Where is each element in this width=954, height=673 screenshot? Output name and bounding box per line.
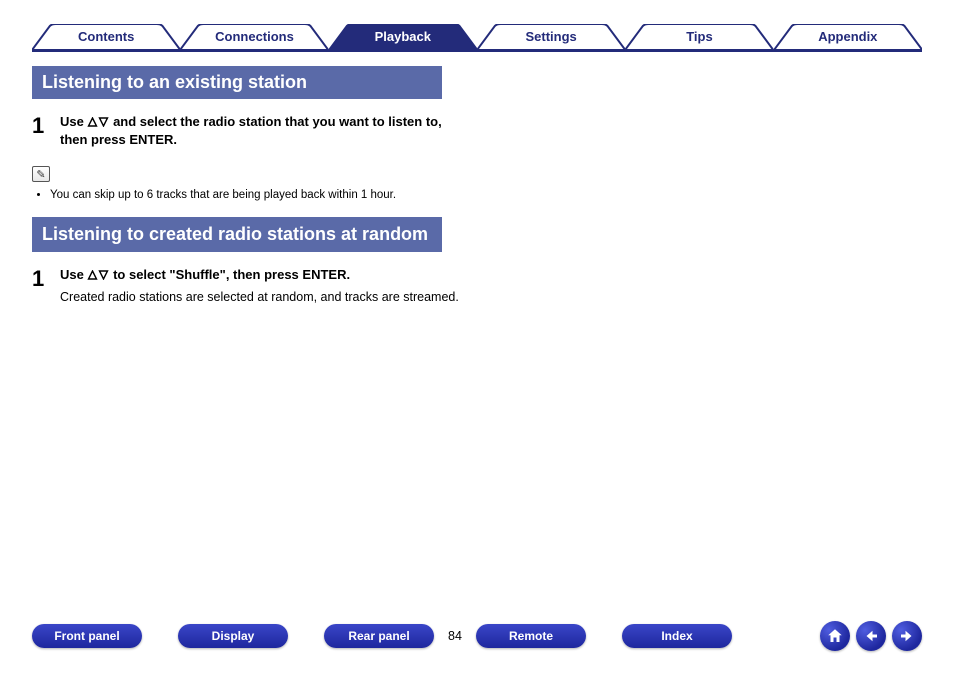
triangle-down-icon [98,270,109,280]
button-label: Index [661,629,692,643]
triangle-up-icon [87,270,98,280]
rear-panel-button[interactable]: Rear panel [324,624,434,648]
footer-nav: Front panel Display Rear panel 84 Remote… [0,621,954,651]
step-number: 1 [32,266,60,306]
step-number: 1 [32,113,60,148]
step-subtext: Created radio stations are selected at r… [60,289,459,306]
manual-page: Contents Connections Playback Settings T… [0,0,954,673]
note-list: You can skip up to 6 tracks that are bei… [32,188,472,203]
tab-label: Connections [215,29,294,44]
tab-connections[interactable]: Connections [180,24,328,50]
tab-tips[interactable]: Tips [625,24,773,50]
section-header-random: Listening to created radio stations at r… [32,217,442,252]
step-text-after: to select "Shuffle", then press ENTER. [109,267,350,282]
note-pencil-icon: ✎ [32,166,50,182]
step-1-random: 1 Use to select "Shuffle", then press EN… [32,266,472,306]
button-label: Display [212,629,255,643]
top-nav-tabs: Contents Connections Playback Settings T… [32,24,922,52]
step-instruction: Use and select the radio station that yo… [60,113,472,148]
note-item: You can skip up to 6 tracks that are bei… [50,188,472,203]
page-number: 84 [434,629,476,643]
step-text-before: Use [60,114,87,129]
button-label: Remote [509,629,553,643]
display-button[interactable]: Display [178,624,288,648]
tab-settings[interactable]: Settings [477,24,625,50]
button-label: Rear panel [348,629,409,643]
triangle-down-icon [98,117,109,127]
home-icon [826,627,844,645]
step-instruction: Use to select "Shuffle", then press ENTE… [60,266,459,284]
tab-label: Settings [526,29,577,44]
tab-label: Appendix [818,29,877,44]
page-nav-icons [820,621,922,651]
arrow-left-icon [862,627,880,645]
arrow-right-icon [898,627,916,645]
step-text-before: Use [60,267,87,282]
button-label: Front panel [54,629,119,643]
step-text-after: and select the radio station that you wa… [60,114,442,147]
tab-contents[interactable]: Contents [32,24,180,50]
tab-label: Tips [686,29,713,44]
tab-appendix[interactable]: Appendix [774,24,922,50]
step-1-existing: 1 Use and select the radio station that … [32,113,472,148]
next-page-button[interactable] [892,621,922,651]
section-header-existing-station: Listening to an existing station [32,66,442,99]
front-panel-button[interactable]: Front panel [32,624,142,648]
home-button[interactable] [820,621,850,651]
tab-playback[interactable]: Playback [329,24,477,50]
index-button[interactable]: Index [622,624,732,648]
remote-button[interactable]: Remote [476,624,586,648]
triangle-up-icon [87,117,98,127]
pencil-glyph: ✎ [36,168,45,181]
prev-page-button[interactable] [856,621,886,651]
tab-label: Playback [375,29,431,44]
tab-label: Contents [78,29,134,44]
